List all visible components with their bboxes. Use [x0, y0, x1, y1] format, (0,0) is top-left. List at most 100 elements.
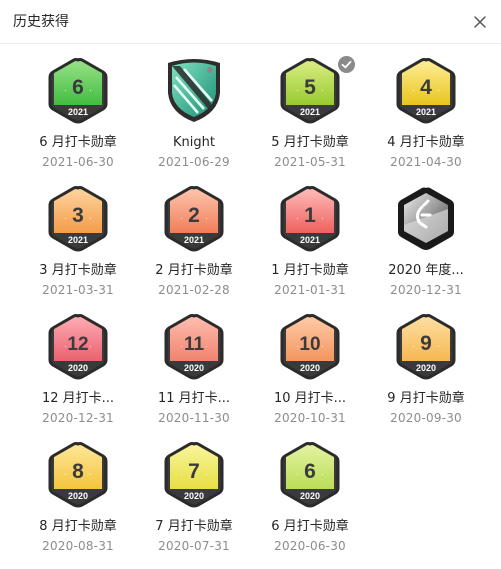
annual-badge-icon — [396, 185, 456, 253]
badge-date: 2021-04-30 — [390, 155, 462, 169]
svg-text:·: · — [180, 213, 183, 223]
svg-text:·: · — [89, 85, 92, 95]
monthly-badge-icon: 12 · · 2020 — [48, 313, 108, 381]
checkmark-icon — [338, 56, 355, 73]
badge-name: 9 月打卡勋章 — [387, 391, 465, 406]
badge-date: 2021-06-29 — [158, 155, 230, 169]
badge-item[interactable]: 11 · · 2020 11 月打卡... 2020-11-30 — [136, 313, 252, 441]
svg-text:2021: 2021 — [68, 235, 88, 245]
badge-name: 8 月打卡勋章 — [39, 519, 117, 534]
svg-text:·: · — [180, 469, 183, 479]
monthly-badge-icon: 1 · · 2021 — [280, 185, 340, 253]
svg-text:·: · — [205, 341, 208, 351]
monthly-badge-icon: 9 · · 2020 — [396, 313, 456, 381]
svg-text:·: · — [412, 341, 415, 351]
svg-text:5: 5 — [304, 76, 316, 99]
svg-text:2021: 2021 — [300, 235, 320, 245]
badge-item[interactable]: 4 · · 2021 4 月打卡勋章 2021-04-30 — [368, 57, 484, 185]
svg-text:·: · — [89, 213, 92, 223]
svg-text:·: · — [437, 341, 440, 351]
badge-item[interactable]: 1 · · 2021 1 月打卡勋章 2021-01-31 — [252, 185, 368, 313]
badge-date: 2020-08-31 — [42, 539, 114, 553]
monthly-badge-icon: 6 · · 2021 — [48, 57, 108, 125]
close-icon[interactable] — [469, 11, 491, 33]
svg-text:4: 4 — [420, 76, 432, 99]
svg-text:·: · — [321, 213, 324, 223]
badge-name: 2 月打卡勋章 — [155, 263, 233, 278]
svg-text:·: · — [296, 469, 299, 479]
badge-date: 2020-12-31 — [390, 283, 462, 297]
badge-grid: 6 · · 2021 6 月打卡勋章 2021-06-30 Knight 2021-… — [20, 56, 484, 569]
svg-text:9: 9 — [420, 332, 432, 355]
dialog-header: 历史获得 — [0, 0, 501, 44]
svg-text:·: · — [321, 469, 324, 479]
svg-text:·: · — [321, 85, 324, 95]
svg-text:2020: 2020 — [416, 363, 436, 373]
svg-text:2020: 2020 — [184, 363, 204, 373]
knight-badge-icon — [164, 57, 224, 125]
svg-text:·: · — [296, 85, 299, 95]
svg-text:·: · — [412, 85, 415, 95]
badge-name: 11 月打卡... — [157, 391, 231, 406]
svg-text:2020: 2020 — [300, 363, 320, 373]
svg-text:2020: 2020 — [68, 363, 88, 373]
svg-text:·: · — [89, 469, 92, 479]
svg-text:2021: 2021 — [416, 107, 436, 117]
badge-date: 2020-07-31 — [158, 539, 230, 553]
svg-text:1: 1 — [304, 204, 316, 227]
badge-date: 2021-01-31 — [274, 283, 346, 297]
svg-text:10: 10 — [299, 334, 320, 355]
svg-text:2021: 2021 — [184, 235, 204, 245]
badge-name: 2020 年度... — [388, 263, 464, 278]
badge-item[interactable]: 5 · · 2021 5 月打卡勋章 2021-05-31 — [252, 56, 368, 185]
dialog-title: 历史获得 — [13, 14, 69, 30]
badge-item[interactable]: 3 · · 2021 3 月打卡勋章 2021-03-31 — [20, 185, 136, 313]
svg-text:2021: 2021 — [300, 107, 320, 117]
badge-item[interactable]: 8 · · 2020 8 月打卡勋章 2020-08-31 — [20, 441, 136, 569]
monthly-badge-icon: 11 · · 2020 — [164, 313, 224, 381]
badge-name: 1 月打卡勋章 — [271, 263, 349, 278]
badge-date: 2020-11-30 — [158, 411, 230, 425]
svg-text:2: 2 — [188, 204, 200, 227]
svg-text:12: 12 — [67, 334, 88, 355]
monthly-badge-icon: 2 · · 2021 — [164, 185, 224, 253]
history-badges-dialog: 历史获得 6 · · 2021 6 月打卡勋章 2021-06-30 Knigh… — [0, 0, 501, 568]
svg-text:·: · — [296, 213, 299, 223]
svg-text:2020: 2020 — [184, 491, 204, 501]
svg-text:·: · — [64, 85, 67, 95]
badge-item[interactable]: 2 · · 2021 2 月打卡勋章 2021-02-28 — [136, 185, 252, 313]
svg-text:2020: 2020 — [300, 491, 320, 501]
monthly-badge-icon: 4 · · 2021 — [396, 57, 456, 125]
badge-item[interactable]: 2020 年度... 2020-12-31 — [368, 185, 484, 313]
badge-item[interactable]: 6 · · 2021 6 月打卡勋章 2021-06-30 — [20, 57, 136, 185]
badge-item[interactable]: 6 · · 2020 6 月打卡勋章 2020-06-30 — [252, 441, 368, 569]
badge-date: 2020-12-31 — [42, 411, 114, 425]
badge-name: 5 月打卡勋章 — [271, 135, 349, 150]
svg-text:2021: 2021 — [68, 107, 88, 117]
svg-text:·: · — [64, 341, 67, 351]
svg-text:11: 11 — [184, 334, 205, 355]
badge-name: 7 月打卡勋章 — [155, 519, 233, 534]
badge-date: 2020-06-30 — [274, 539, 346, 553]
badge-item[interactable]: 12 · · 2020 12 月打卡... 2020-12-31 — [20, 313, 136, 441]
badge-date: 2021-06-30 — [42, 155, 114, 169]
badge-item[interactable]: 7 · · 2020 7 月打卡勋章 2020-07-31 — [136, 441, 252, 569]
svg-text:·: · — [321, 341, 324, 351]
badge-date: 2020-10-31 — [274, 411, 346, 425]
svg-text:·: · — [205, 213, 208, 223]
badge-date: 2021-02-28 — [158, 283, 230, 297]
badge-name: 4 月打卡勋章 — [387, 135, 465, 150]
svg-text:·: · — [64, 469, 67, 479]
svg-text:·: · — [180, 341, 183, 351]
badge-date: 2021-03-31 — [42, 283, 114, 297]
badge-item[interactable]: Knight 2021-06-29 — [136, 57, 252, 185]
badge-name: 6 月打卡勋章 — [271, 519, 349, 534]
monthly-badge-icon: 6 · · 2020 — [280, 441, 340, 509]
badge-item[interactable]: 9 · · 2020 9 月打卡勋章 2020-09-30 — [368, 313, 484, 441]
svg-text:2020: 2020 — [68, 491, 88, 501]
svg-text:8: 8 — [72, 460, 84, 483]
badge-date: 2020-09-30 — [390, 411, 462, 425]
badge-item[interactable]: 10 · · 2020 10 月打卡... 2020-10-31 — [252, 313, 368, 441]
svg-text:·: · — [64, 213, 67, 223]
badge-date: 2021-05-31 — [274, 155, 346, 169]
